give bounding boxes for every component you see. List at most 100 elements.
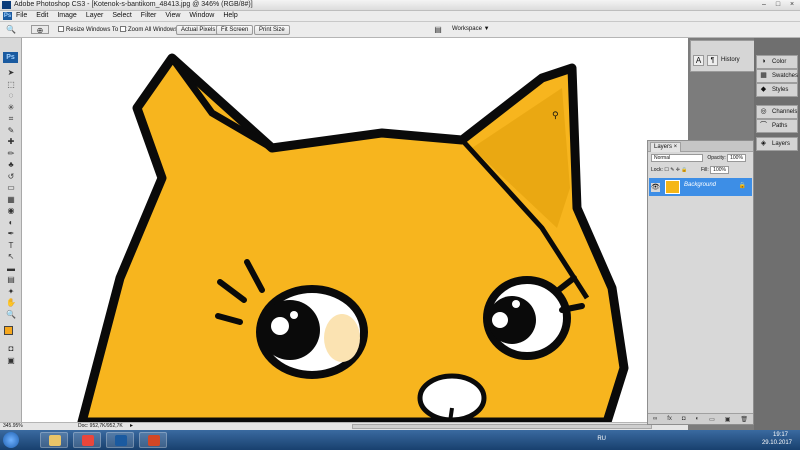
foreground-color-swatch[interactable] <box>4 326 13 335</box>
dock-color[interactable]: ◑ Color <box>756 55 798 69</box>
zoom-in-out-icon[interactable]: ⊕ <box>31 25 49 35</box>
zoom-tool-preset-icon[interactable]: 🔍 <box>5 25 17 34</box>
layer-lock-icon: 🔒 <box>738 183 746 189</box>
dock-channels[interactable]: ◎ Channels <box>756 105 798 119</box>
doc-size: Doc: 952,7K/952,7K <box>78 423 123 429</box>
quick-mask-icon[interactable]: ◘ <box>5 344 17 353</box>
mask-icon[interactable]: ◘ <box>682 416 686 422</box>
fill-field[interactable]: 100% <box>710 166 729 174</box>
eyedropper-icon[interactable]: ✎ <box>5 126 17 135</box>
new-layer-icon[interactable]: ▣ <box>725 416 731 423</box>
menu-window[interactable]: Window <box>189 12 214 19</box>
sampler-icon[interactable]: ✦ <box>5 287 17 296</box>
link-icon[interactable]: ∞ <box>653 416 657 422</box>
marquee-icon[interactable]: ⬚ <box>5 80 17 89</box>
menu-edit[interactable]: Edit <box>36 12 48 19</box>
horizontal-scrollbar[interactable] <box>352 424 652 429</box>
screen-mode-icon[interactable]: ▣ <box>5 356 17 365</box>
gradient-icon[interactable]: ▦ <box>5 195 17 204</box>
magic-wand-icon[interactable]: ✳ <box>5 103 17 112</box>
hand-icon[interactable]: ✋ <box>5 298 17 307</box>
opacity-field[interactable]: 100% <box>727 154 746 162</box>
menu-file[interactable]: File <box>16 12 27 19</box>
adjustment-icon[interactable]: ◐ <box>695 416 699 422</box>
layer-thumbnail <box>665 180 680 194</box>
window-title: Adobe Photoshop CS3 - [Kotenok-s-bantiko… <box>14 1 253 8</box>
menu-image[interactable]: Image <box>57 12 76 19</box>
stamp-icon[interactable]: ♣ <box>5 160 17 169</box>
pen-icon[interactable]: ✒ <box>5 229 17 238</box>
dock-layers[interactable]: ◈ Layers <box>756 137 798 151</box>
dock-label: Swatches <box>772 73 799 79</box>
powerpoint-icon[interactable] <box>139 432 167 448</box>
cat-illustration: ⚲ <box>77 53 629 422</box>
channels-icon: ◎ <box>760 108 767 115</box>
menu-layer[interactable]: Layer <box>86 12 104 19</box>
actual-pixels-button[interactable]: Actual Pixels <box>176 25 221 35</box>
minimize-button[interactable]: – <box>758 1 770 9</box>
dodge-icon[interactable]: ◐ <box>5 218 17 227</box>
type-icon[interactable]: T <box>5 241 17 250</box>
menu-filter[interactable]: Filter <box>141 12 157 19</box>
trash-icon[interactable]: 🗑 <box>740 416 748 423</box>
fit-screen-button[interactable]: Fit Screen <box>216 25 254 35</box>
zoom-cursor-icon: ⚲ <box>552 111 559 121</box>
visibility-eye-icon[interactable]: 👁 <box>651 183 660 192</box>
ps-menu-logo[interactable]: Ps <box>3 12 12 20</box>
explorer-icon[interactable] <box>40 432 68 448</box>
history-dock-label[interactable]: History <box>721 55 755 66</box>
fx-icon[interactable]: fx <box>667 416 672 422</box>
layers-footer: ∞ fx ◘ ◐ ▭ ▣ 🗑 <box>648 413 753 424</box>
menu-help[interactable]: Help <box>223 12 237 19</box>
windows-taskbar: RU 19:17 29.10.2017 <box>0 430 800 450</box>
layer-row-background[interactable]: 👁 Background 🔒 <box>649 178 752 196</box>
print-size-button[interactable]: Print Size <box>254 25 290 35</box>
layers-tab[interactable]: Layers × <box>650 142 682 152</box>
blur-icon[interactable]: ◉ <box>5 206 17 215</box>
title-bar: Adobe Photoshop CS3 - [Kotenok-s-bantiko… <box>0 0 800 11</box>
paths-icon: ⌒ <box>760 122 767 129</box>
path-select-icon[interactable]: ↖ <box>5 252 17 261</box>
zoom-level[interactable]: 345.95% <box>3 423 23 430</box>
blend-mode-select[interactable]: Normal <box>651 154 703 162</box>
language-indicator[interactable]: RU <box>597 436 606 442</box>
dock-swatches[interactable]: ▦ Swatches <box>756 69 798 83</box>
lock-icons[interactable]: ☐ ✎ ✛ 🔒 <box>664 167 687 173</box>
workspace-menu[interactable]: Workspace ▼ <box>452 26 490 32</box>
menu-select[interactable]: Select <box>112 12 131 19</box>
history-brush-icon[interactable]: ↺ <box>5 172 17 181</box>
history-mini-panel: A ¶ History <box>690 40 756 72</box>
tools-panel: Ps ➤ ⬚ ◌ ✳ ⌗ ✎ ✚ ✏ ♣ ↺ ▭ ▦ ◉ ◐ ✒ T ↖ ▬ ▤ ✦ ✋ 🔍 ◘ ▣ <box>0 38 22 422</box>
photoshop-icon[interactable] <box>106 432 134 448</box>
menu-view[interactable]: View <box>165 12 180 19</box>
dock-styles[interactable]: ◆ Styles <box>756 83 798 97</box>
folder-icon[interactable]: ▭ <box>709 416 715 423</box>
workspace-icon[interactable]: ▤ <box>432 25 444 34</box>
notes-icon[interactable]: ▤ <box>5 275 17 284</box>
status-arrow-icon[interactable]: ▸ <box>130 423 133 430</box>
zoom-icon[interactable]: 🔍 <box>5 310 17 319</box>
dock-paths[interactable]: ⌒ Paths <box>756 119 798 133</box>
character-icon[interactable]: A <box>693 55 704 66</box>
right-panel-dock: ◑ Color ▦ Swatches ◆ Styles ◎ Channels ⌒ Paths ◈ La… <box>754 38 800 430</box>
maximize-button[interactable]: □ <box>772 1 784 9</box>
brush-icon[interactable]: ✏ <box>5 149 17 158</box>
start-button[interactable] <box>3 432 19 448</box>
dock-label: Paths <box>772 123 788 129</box>
paragraph-icon[interactable]: ¶ <box>707 55 718 66</box>
healing-icon[interactable]: ✚ <box>5 137 17 146</box>
document-canvas[interactable]: ⚲ <box>22 38 688 422</box>
chrome-icon[interactable] <box>73 432 101 448</box>
shape-icon[interactable]: ▬ <box>5 264 17 273</box>
clock-date[interactable]: 29.10.2017 <box>762 440 792 446</box>
resize-windows-checkbox[interactable]: Resize Windows To Fit <box>58 26 127 33</box>
clock-time[interactable]: 19:17 <box>773 432 788 438</box>
move-icon[interactable]: ➤ <box>5 68 17 77</box>
crop-icon[interactable]: ⌗ <box>5 114 17 123</box>
lasso-icon[interactable]: ◌ <box>5 91 17 100</box>
layers-icon: ◈ <box>760 140 767 147</box>
options-bar: 🔍 ⊕ Resize Windows To Fit Zoom All Windo… <box>0 22 800 38</box>
eraser-icon[interactable]: ▭ <box>5 183 17 192</box>
zoom-all-checkbox[interactable]: Zoom All Windows <box>120 26 177 33</box>
close-button[interactable]: × <box>786 1 798 9</box>
